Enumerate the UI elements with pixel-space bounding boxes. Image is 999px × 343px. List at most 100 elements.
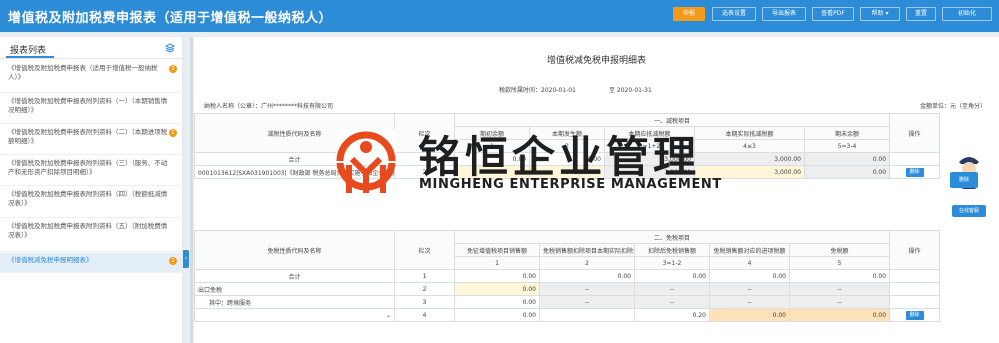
- cell-value: [539, 308, 635, 322]
- sidebar-item-schedule-5[interactable]: 《增值税及附加税费申报表附列资料（五）（附加税费情况表）》: [0, 219, 183, 252]
- cell-value: 0.00: [454, 295, 540, 309]
- column-header: 免税额: [788, 243, 891, 257]
- column-header: 免税性质代码及名称: [194, 230, 395, 270]
- cell-value: --: [788, 295, 891, 309]
- column-header: 免税销售额对应的进项税额: [709, 243, 790, 257]
- column-header: 免征增值税项目销售额: [454, 243, 540, 257]
- cell-value: 0.20: [634, 308, 710, 322]
- table-row: ⌄ 4 0.00 0.20 0.00 0.00 删除: [194, 308, 941, 322]
- mingheng-logo-icon: [336, 129, 396, 193]
- watermark-english-text: MINGHENG ENTERPRISE MANAGEMENT: [419, 177, 722, 192]
- op-cell: [889, 152, 941, 166]
- amount-unit: 金额单位：元（至角分）: [920, 103, 987, 110]
- view-pdf-button[interactable]: 查看PDF: [812, 7, 854, 21]
- column-header: 操作: [889, 230, 941, 270]
- report-list-sidebar: 报表列表 《增值税及附加税费申报表（适用于增值税一般纳税人）》 2 《增值税及附…: [0, 37, 183, 343]
- cell-value: --: [539, 295, 635, 309]
- cell-value: 0.00: [709, 269, 790, 283]
- table-row: 合计 1 0.00 0.00 0.00 0.00 0.00: [194, 269, 941, 283]
- sidebar-item-schedule-1[interactable]: 《增值税及附加税费申报表附列资料（一）（本期销售情况明细）》: [0, 94, 183, 124]
- cell-value: 3,000.00: [694, 152, 805, 166]
- sidebar-item-label: 《增值税及附加税费申报表附列资料（四）（税额抵减情况表）》: [8, 190, 168, 207]
- sidebar-title: 报表列表: [10, 46, 47, 56]
- watermark-chinese-text: 铭恒企业管理: [418, 133, 700, 183]
- error-count-badge: 2: [169, 65, 177, 73]
- page-title: 增值税减免税申报明细表: [546, 56, 646, 66]
- column-index: 1: [454, 256, 540, 270]
- sidebar-item-schedule-2[interactable]: 《增值税及附加税费申报表附列资料（二）（本期进项税额明细）》 1: [0, 125, 183, 155]
- sidebar-item-label: 《增值税减免税申报明细表》: [8, 256, 93, 264]
- sidebar-item-schedule-4[interactable]: 《增值税及附加税费申报表附列资料（四）（税额抵减情况表）》: [0, 187, 183, 218]
- sidebar-item-label: 《增值税及附加税费申报表附列资料（二）（本期进项税额明细）》: [8, 128, 168, 145]
- delete-row-button[interactable]: 删除: [905, 167, 924, 177]
- column-index: 5: [788, 256, 891, 270]
- cell-value: --: [709, 295, 790, 309]
- error-count-badge: 2: [169, 257, 177, 265]
- table-row: 出口免税 2 0.00 -- -- -- --: [194, 282, 941, 296]
- row-line: 4: [394, 308, 455, 322]
- layers-icon[interactable]: [165, 43, 175, 53]
- column-header: 期末余额: [803, 126, 891, 140]
- sidebar-collapse-toggle[interactable]: ‹: [183, 250, 189, 268]
- exemption-code-select[interactable]: ⌄: [194, 308, 395, 322]
- row-line: 1: [394, 269, 455, 283]
- row-name: 其中：跨境服务: [194, 295, 395, 309]
- sidebar-title-underline: [6, 56, 54, 58]
- submit-button[interactable]: 申报: [673, 7, 705, 21]
- title-bar: 增值税及附加税费申报表（适用于增值税一般纳税人） 申报 选表设置 导出报表 查看…: [0, 0, 999, 32]
- op-cell: [889, 295, 941, 309]
- section-title: 二、免税项目: [453, 230, 891, 244]
- column-index: 4: [709, 256, 790, 270]
- app-title: 增值税及附加税费申报表（适用于增值税一般纳税人）: [8, 11, 333, 26]
- period-to: 至 2020-01-31: [609, 87, 652, 94]
- op-cell: [889, 269, 941, 283]
- column-index: 2: [539, 256, 635, 270]
- taxpayer-name: 纳税人名称（公章）：广州********科技有限公司: [204, 103, 334, 110]
- sidebar-item-main-return[interactable]: 《增值税及附加税费申报表（适用于增值税一般纳税人）》 2: [0, 61, 183, 93]
- error-count-badge: 1: [169, 129, 177, 137]
- cell-value: 0.00: [454, 269, 540, 283]
- cell-value: 0.00: [803, 152, 891, 166]
- row-name: 出口免税: [194, 282, 395, 296]
- sidebar-item-label: 《增值税及附加税费申报表附列资料（一）（本期销售情况明细）》: [8, 97, 168, 114]
- cell-value: --: [634, 282, 710, 296]
- cell-input[interactable]: 0.00: [788, 308, 891, 322]
- column-header: 本期实际抵减税额: [694, 126, 805, 140]
- sidebar-item-tax-relief[interactable]: 《增值税减免税申报明细表》 2: [0, 253, 183, 273]
- cell-value: 0.00: [454, 308, 540, 322]
- column-index: 4≤3: [694, 139, 805, 153]
- sidebar-item-schedule-3[interactable]: 《增值税及附加税费申报表附列资料（三）（服务、不动产和无形资产扣除项目明细）》: [0, 156, 183, 186]
- cell-value: --: [709, 282, 790, 296]
- sidebar-item-label: 《增值税及附加税费申报表附列资料（三）（服务、不动产和无形资产扣除项目明细）》: [8, 159, 168, 176]
- row-name: 合计: [194, 269, 395, 283]
- column-header: 扣除后免税销售额: [634, 243, 710, 257]
- op-cell: [889, 282, 941, 296]
- initialize-button[interactable]: 初始化: [942, 7, 992, 21]
- online-service-button[interactable]: 在线客服: [952, 205, 986, 217]
- delete-row-button[interactable]: 删除: [905, 310, 924, 320]
- sidebar-scrollbar[interactable]: [190, 37, 193, 343]
- export-report-button[interactable]: 导出报表: [762, 7, 806, 21]
- reset-button[interactable]: 重置: [906, 7, 936, 21]
- help-dropdown-button[interactable]: 帮助 ▾: [860, 7, 900, 21]
- cell-value: --: [539, 282, 635, 296]
- cell-input[interactable]: 0.00: [454, 282, 540, 296]
- cell-value: 0.00: [634, 269, 710, 283]
- column-header: 免税销售额扣除项目本期实际扣除金额: [539, 243, 635, 257]
- period-from: 税款所属时间：2020-01-01: [499, 87, 576, 94]
- sidebar-item-label: 《增值税及附加税费申报表附列资料（五）（附加税费情况表）》: [8, 222, 168, 239]
- row-line: 2: [394, 282, 455, 296]
- cell-value: 0.00: [788, 269, 891, 283]
- cell-value: --: [634, 295, 710, 309]
- column-index: 3=1-2: [634, 256, 710, 270]
- chevron-down-icon: ▾: [885, 10, 889, 17]
- column-header: 操作: [889, 113, 941, 153]
- brand-watermark: 铭恒企业管理 MINGHENG ENTERPRISE MANAGEMENT: [330, 123, 721, 203]
- chevron-down-icon: ⌄: [385, 311, 391, 319]
- row-line: 3: [394, 295, 455, 309]
- assistant-delete-button[interactable]: 删除: [950, 172, 978, 188]
- select-table-settings-button[interactable]: 选表设置: [712, 7, 756, 21]
- cell-value: 0.00: [803, 165, 891, 179]
- column-index: 5=3-4: [803, 139, 891, 153]
- cell-input[interactable]: 0.00: [709, 308, 790, 322]
